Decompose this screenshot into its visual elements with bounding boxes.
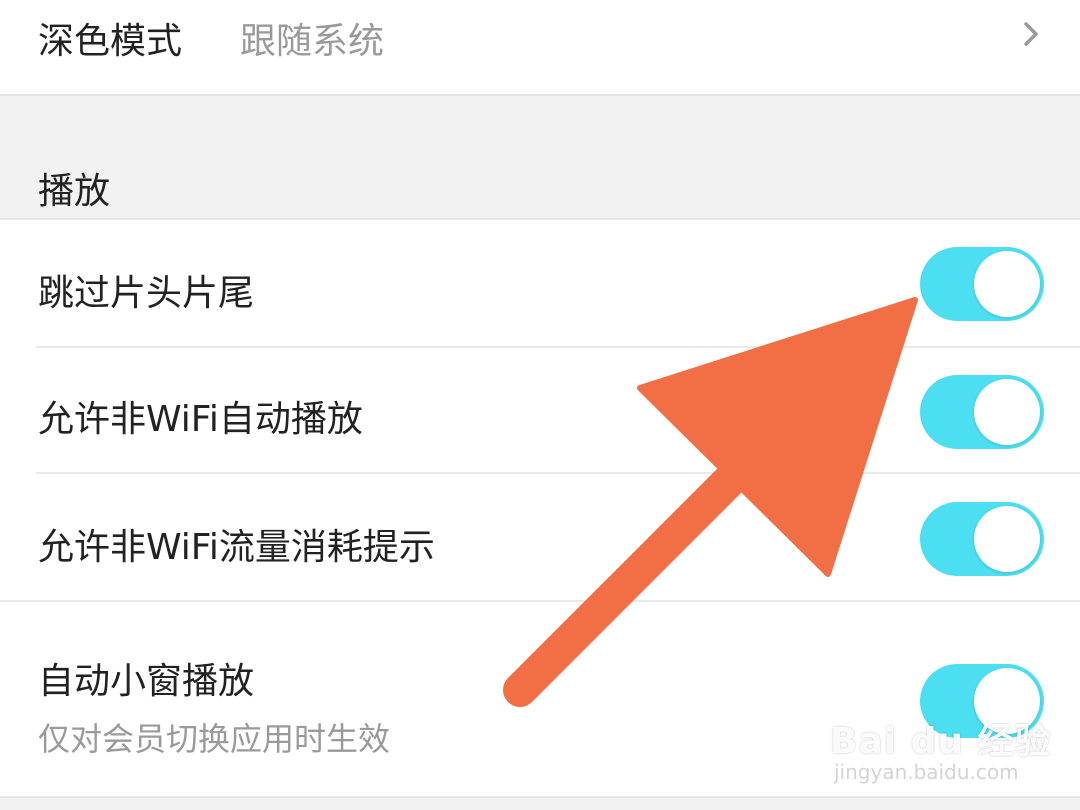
skip-intro-outro-row[interactable]: 跳过片头片尾	[0, 222, 1080, 346]
toggle-knob	[974, 379, 1040, 445]
watermark: Bai du 经验 jingyan.baidu.com	[830, 710, 1052, 790]
non-wifi-data-prompt-toggle[interactable]	[920, 502, 1044, 576]
non-wifi-data-prompt-label: 允许非WiFi流量消耗提示	[38, 527, 435, 568]
watermark-url: jingyan.baidu.com	[834, 760, 1019, 784]
toggle-knob	[974, 506, 1040, 572]
section-separator	[0, 94, 1080, 220]
skip-intro-outro-toggle[interactable]	[920, 247, 1044, 321]
non-wifi-data-prompt-row[interactable]: 允许非WiFi流量消耗提示	[0, 474, 1080, 600]
dark-mode-value: 跟随系统	[240, 21, 385, 62]
skip-intro-outro-label: 跳过片头片尾	[38, 273, 255, 314]
bottom-separator	[0, 796, 1080, 810]
dark-mode-label: 深色模式	[38, 21, 183, 62]
non-wifi-autoplay-label: 允许非WiFi自动播放	[38, 399, 363, 440]
toggle-knob	[974, 251, 1040, 317]
section-title-playback: 播放	[38, 171, 111, 212]
settings-page: 深色模式 跟随系统 播放 跳过片头片尾 允许非WiFi自动播放 允许非WiFi流…	[0, 0, 1080, 810]
dark-mode-row[interactable]: 深色模式 跟随系统	[0, 0, 1080, 94]
auto-mini-window-label: 自动小窗播放	[38, 661, 255, 702]
auto-mini-window-sublabel: 仅对会员切换应用时生效	[38, 720, 391, 758]
watermark-brand: Bai du 经验	[830, 721, 1052, 762]
non-wifi-autoplay-toggle[interactable]	[920, 375, 1044, 449]
chevron-right-icon	[1024, 22, 1038, 46]
non-wifi-autoplay-row[interactable]: 允许非WiFi自动播放	[0, 348, 1080, 472]
